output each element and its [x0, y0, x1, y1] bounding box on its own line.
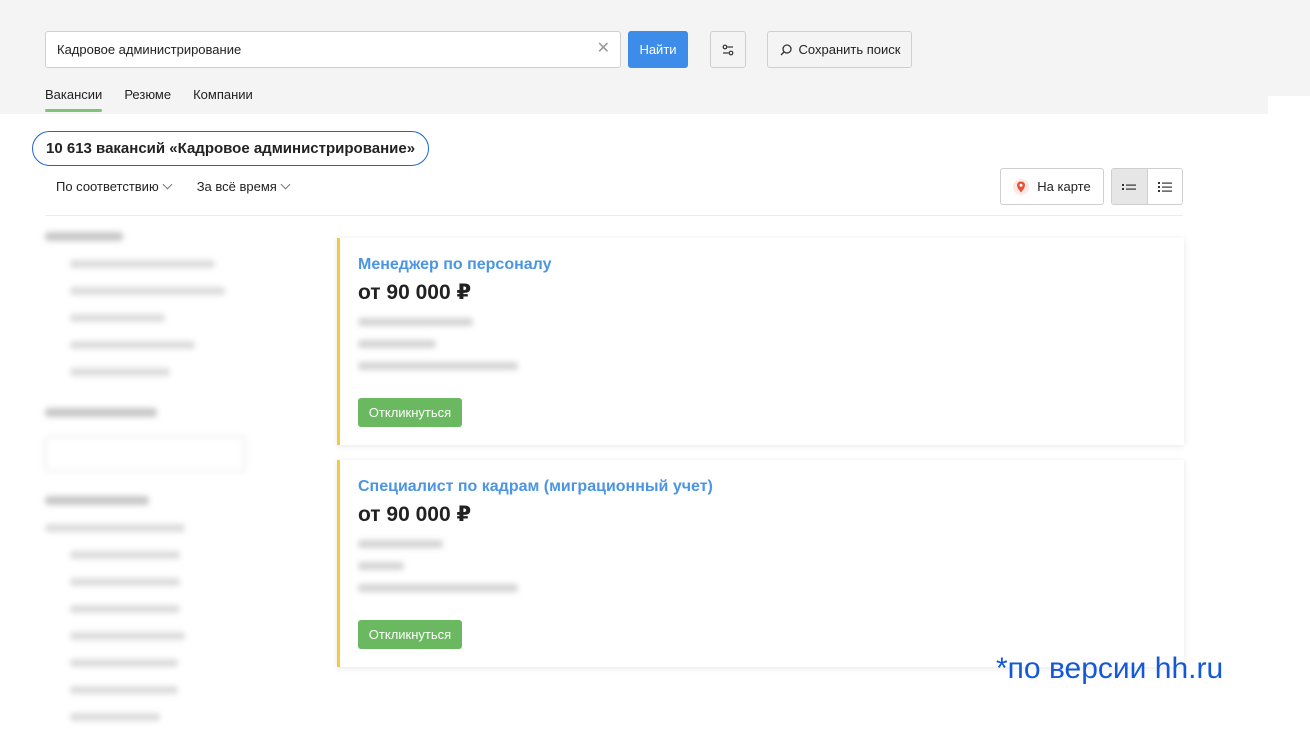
vacancy-salary: от 90 000 ₽	[358, 281, 472, 304]
vacancy-details-blurred	[358, 540, 538, 606]
sort-relevance-label: По соответствию	[56, 179, 159, 194]
view-compact-button[interactable]	[1147, 169, 1182, 204]
vacancy-card: Менеджер по персоналу от 90 000 ₽ Отклик…	[337, 238, 1184, 445]
sort-period-label: За всё время	[196, 179, 277, 194]
map-pin-icon	[1013, 178, 1030, 195]
apply-button[interactable]: Откликнуться	[358, 398, 462, 427]
list-compact-icon	[1157, 181, 1172, 192]
filters-button[interactable]	[710, 31, 746, 68]
vacancy-details-blurred	[358, 318, 538, 384]
chevron-down-icon	[162, 179, 173, 190]
tab-companies[interactable]: Компании	[193, 87, 253, 110]
vacancy-salary: от 90 000 ₽	[358, 503, 472, 526]
map-button[interactable]: На карте	[1000, 168, 1104, 205]
sort-relevance-dropdown[interactable]: По соответствию	[56, 179, 173, 194]
search-input-value: Кадровое администрирование	[57, 42, 242, 57]
vacancy-card: Специалист по кадрам (миграционный учет)…	[337, 460, 1184, 667]
apply-button[interactable]: Откликнуться	[358, 620, 462, 649]
view-toggle	[1111, 168, 1183, 205]
tab-vacancies[interactable]: Вакансии	[45, 87, 103, 112]
top-bar: Кадровое администрирование ✕ Найти Сохра…	[0, 0, 1310, 114]
sort-period-dropdown[interactable]: За всё время	[196, 179, 291, 194]
view-detailed-button[interactable]	[1112, 169, 1148, 204]
search-input[interactable]: Кадровое администрирование ✕	[45, 31, 621, 68]
clear-icon[interactable]: ✕	[597, 40, 610, 58]
filters-sidebar-blurred	[45, 232, 245, 740]
filter-sliders-icon	[722, 44, 734, 55]
search-tabs: Вакансии Резюме Компании	[45, 87, 253, 112]
page-edge	[1268, 96, 1310, 750]
map-button-label: На карте	[1037, 179, 1091, 194]
save-search-button[interactable]: Сохранить поиск	[767, 31, 912, 68]
vacancy-title-link[interactable]: Специалист по кадрам (миграционный учет)	[358, 478, 713, 496]
save-search-icon	[780, 43, 792, 55]
chevron-down-icon	[280, 179, 291, 190]
save-search-label: Сохранить поиск	[798, 42, 901, 57]
divider	[45, 215, 1183, 216]
results-count-title: 10 613 вакансий «Кадровое администрирова…	[32, 131, 430, 166]
tab-resumes[interactable]: Резюме	[124, 87, 171, 110]
sort-controls: По соответствию За всё время	[56, 179, 291, 194]
list-detailed-icon	[1122, 183, 1137, 190]
source-footnote: *по версии hh.ru	[996, 652, 1224, 685]
vacancy-title-link[interactable]: Менеджер по персоналу	[358, 256, 552, 274]
find-button[interactable]: Найти	[628, 31, 688, 68]
